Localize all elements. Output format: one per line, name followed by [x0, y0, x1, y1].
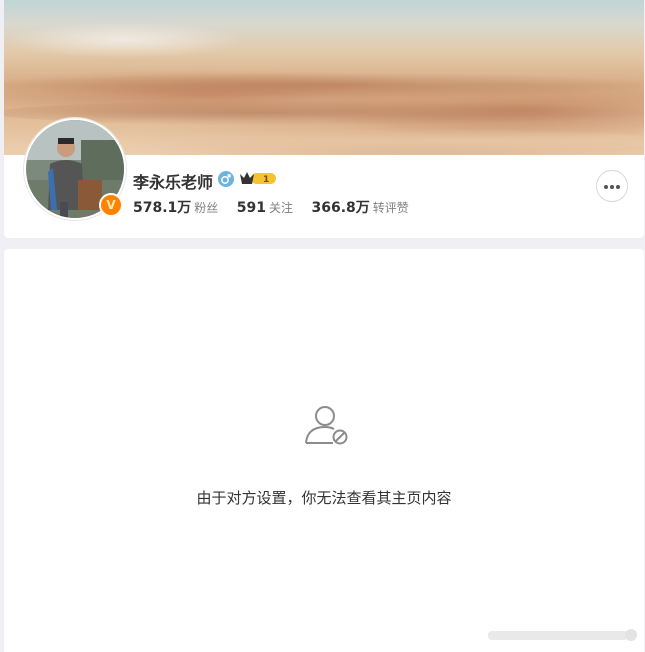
stat-following[interactable]: 591 关注	[237, 199, 293, 216]
user-blocked-icon	[303, 403, 351, 447]
following-count: 591	[236, 200, 266, 216]
more-options-icon	[616, 185, 620, 189]
empty-state-message: 由于对方设置，你无法查看其主页内容	[196, 489, 452, 507]
followers-label: 粉丝	[194, 201, 219, 215]
profile-card: V 李永乐老师 1 578.1万 粉丝 591 关注 366.8万 转评赞	[4, 0, 644, 238]
more-options-button[interactable]	[596, 170, 628, 202]
vip-crown-icon[interactable]: 1	[239, 170, 277, 187]
followers-count: 578.1万	[133, 200, 192, 216]
likes-label: 转评赞	[372, 201, 409, 215]
male-gender-icon	[218, 171, 234, 187]
content-card: 由于对方设置，你无法查看其主页内容	[4, 249, 644, 652]
profile-name[interactable]: 李永乐老师	[133, 169, 213, 193]
verified-v-icon: V	[99, 193, 123, 217]
watermark	[488, 627, 638, 643]
profile-stats: 578.1万 粉丝 591 关注 366.8万 转评赞	[133, 197, 423, 217]
following-label: 关注	[269, 201, 294, 215]
stat-followers[interactable]: 578.1万 粉丝	[133, 197, 218, 217]
more-options-icon	[610, 185, 614, 189]
more-options-icon	[604, 185, 608, 189]
stat-likes: 366.8万 转评赞	[311, 197, 408, 217]
svg-text:1: 1	[263, 175, 269, 185]
likes-count: 366.8万	[311, 200, 370, 216]
